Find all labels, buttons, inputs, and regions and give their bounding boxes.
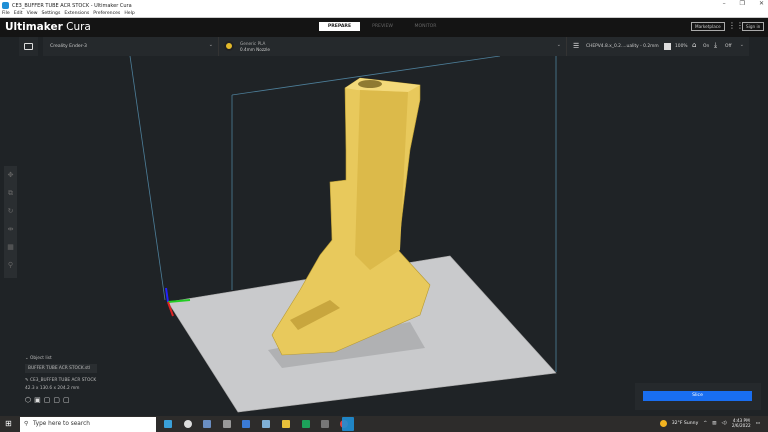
adhesion-icon: ⤓ — [714, 41, 718, 49]
clock[interactable]: 4:43 PM 2/6/2022 — [732, 418, 751, 428]
printer-selector[interactable]: Creality Ender-3 ⌄ — [43, 37, 218, 56]
settings-sliders-icon: ☰ — [573, 42, 580, 50]
material-name: Generic PLA — [240, 41, 266, 46]
object-name[interactable]: ✎ CE3_BUFFER TUBE ACR STOCK — [25, 378, 97, 383]
menu-bar: File Edit View Settings Extensions Prefe… — [0, 11, 768, 18]
app-icon-5[interactable] — [242, 420, 250, 428]
chevron-down-icon: ⌄ — [739, 42, 744, 48]
left-toolbar: ✥ ⧉ ↻ ⇹ ▦ ⚲ — [4, 166, 17, 278]
system-tray: 32°F Sunny ^ ▥ ◁) 4:43 PM 2/6/2022 ▭ — [659, 418, 760, 428]
app-header: Ultimaker Cura PREPARE PREVIEW MONITOR M… — [0, 18, 768, 37]
object-list-panel: ⌄ Object list BUFFER TUBE ACR STOCK.stl … — [25, 356, 97, 404]
cura-app-icon — [2, 2, 9, 9]
app-icon-8[interactable] — [302, 420, 310, 428]
rotate-tool-icon[interactable]: ↻ — [4, 202, 17, 220]
material-selector[interactable]: Generic PLA 0.4mm Nozzle ⌄ — [218, 37, 566, 56]
object-list-toggle[interactable]: ⌄ Object list — [25, 356, 97, 361]
menu-extensions[interactable]: Extensions — [64, 11, 89, 17]
title-bar: CE3_BUFFER TUBE ACR STOCK - Ultimaker Cu… — [0, 0, 768, 11]
marketplace-button[interactable]: Marketplace — [691, 22, 725, 31]
adhesion-value: Off — [725, 44, 732, 49]
weather-text[interactable]: 32°F Sunny — [672, 421, 699, 426]
infill-value: 100% — [675, 44, 688, 49]
3d-model[interactable] — [271, 77, 431, 356]
search-icon: ⚲ — [24, 421, 29, 427]
windows-taskbar: ⊞ ⚲ Type here to search 32°F Sunny ^ ▥ ◁)… — [0, 416, 768, 432]
app-icon-3[interactable] — [203, 420, 211, 428]
menu-file[interactable]: File — [2, 11, 10, 17]
open-file-button[interactable] — [19, 37, 38, 56]
nozzle-icon — [224, 41, 234, 51]
tab-preview[interactable]: PREVIEW — [362, 22, 403, 31]
support-blocker-icon[interactable]: ⚲ — [4, 256, 17, 274]
move-tool-icon[interactable]: ✥ — [4, 166, 17, 184]
per-model-settings-icon[interactable]: ▦ — [4, 238, 17, 256]
window-title: CE3_BUFFER TUBE ACR STOCK - Ultimaker Cu… — [12, 2, 132, 9]
profile-name: CHEPV4.8.x_0.2....uality - 0.2mm — [586, 44, 659, 49]
cura-taskbar-icon[interactable] — [342, 417, 354, 431]
app-icon-2[interactable] — [184, 420, 192, 428]
file-explorer-icon[interactable] — [282, 420, 290, 428]
menu-help[interactable]: Help — [124, 11, 134, 17]
slice-panel: Slice — [635, 383, 761, 410]
network-icon[interactable]: ▥ — [712, 421, 716, 426]
minimize-button[interactable]: – — [723, 0, 726, 7]
menu-edit[interactable]: Edit — [14, 11, 23, 17]
infill-icon — [664, 43, 671, 50]
chevron-down-icon: ⌄ — [208, 42, 213, 48]
view-right-icon[interactable]: ▢ — [63, 396, 73, 404]
view-top-icon[interactable]: ▢ — [44, 396, 54, 404]
close-button[interactable]: ✕ — [759, 0, 764, 7]
sign-in-button[interactable]: Sign in — [742, 22, 765, 31]
support-value: On — [703, 44, 710, 49]
pencil-icon: ✎ — [25, 378, 29, 383]
folder-icon — [24, 43, 33, 50]
app-icon-6[interactable] — [262, 420, 270, 428]
app-icon-4[interactable] — [223, 420, 231, 428]
chevron-down-icon: ⌄ — [556, 42, 561, 48]
menu-preferences[interactable]: Preferences — [93, 11, 120, 17]
view-3d-icon[interactable]: ⬡ — [25, 396, 34, 404]
scale-tool-icon[interactable]: ⧉ — [4, 184, 17, 202]
nozzle-name: 0.4mm Nozzle — [240, 47, 270, 52]
taskbar-search-input[interactable]: ⚲ Type here to search — [20, 417, 156, 432]
view-left-icon[interactable]: ▢ — [53, 396, 63, 404]
windows-start-icon[interactable]: ⊞ — [5, 420, 12, 428]
tab-prepare[interactable]: PREPARE — [319, 22, 360, 31]
volume-icon[interactable]: ◁) — [722, 421, 727, 426]
mirror-tool-icon[interactable]: ⇹ — [4, 220, 17, 238]
menu-settings[interactable]: Settings — [42, 11, 61, 17]
support-icon: ⌂ — [692, 41, 697, 49]
logo: Ultimaker Cura — [5, 21, 91, 33]
tab-monitor[interactable]: MONITOR — [405, 22, 446, 31]
object-dimensions: 42.3 x 130.6 x 204.2 mm — [25, 386, 80, 391]
notifications-icon[interactable]: ▭ — [756, 421, 760, 426]
weather-sun-icon — [659, 419, 667, 427]
app-icon-1[interactable] — [164, 420, 172, 428]
slice-button[interactable]: Slice — [643, 391, 752, 401]
view-front-icon[interactable]: ▣ — [34, 396, 44, 404]
print-settings-selector[interactable]: ☰ CHEPV4.8.x_0.2....uality - 0.2mm 100% … — [566, 37, 749, 56]
app-icon-9[interactable] — [321, 420, 329, 428]
3d-viewport[interactable] — [0, 56, 768, 416]
object-list-item[interactable]: BUFFER TUBE ACR STOCK.stl — [25, 364, 97, 373]
tray-chevron-icon[interactable]: ^ — [703, 421, 707, 426]
menu-view[interactable]: View — [27, 11, 38, 17]
maximize-button[interactable]: ❐ — [740, 0, 745, 7]
printer-name: Creality Ender-3 — [50, 44, 87, 49]
